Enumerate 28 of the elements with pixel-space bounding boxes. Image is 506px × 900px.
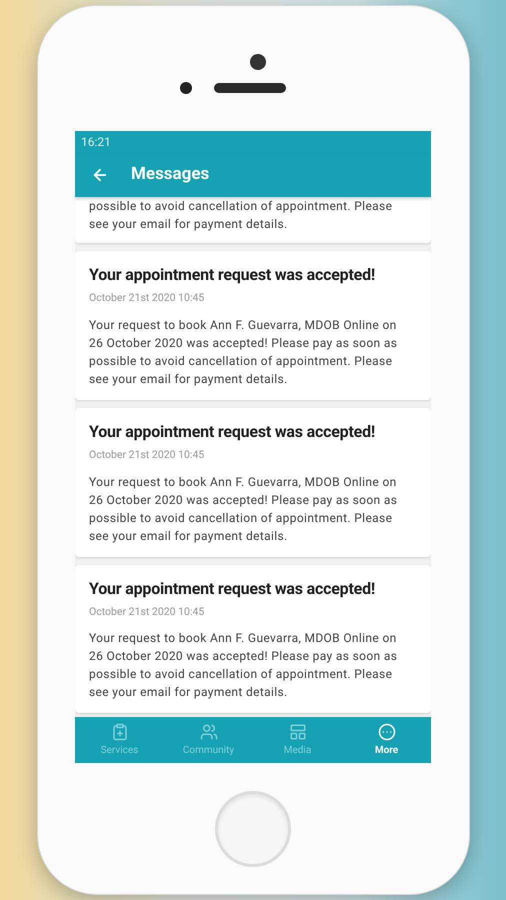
more-icon bbox=[378, 722, 396, 740]
message-title: Your appointment request was accepted! bbox=[89, 578, 376, 600]
message-card[interactable] bbox=[75, 251, 431, 400]
clipboard-plus-icon bbox=[110, 722, 128, 740]
message-title: Your appointment request was accepted! bbox=[89, 420, 376, 443]
message-card[interactable] bbox=[75, 408, 431, 556]
status-time: 16:21 bbox=[81, 134, 111, 151]
front-camera bbox=[250, 54, 266, 70]
sensor bbox=[180, 82, 192, 94]
nav-tab[interactable]: Media bbox=[253, 717, 342, 763]
nav-tab[interactable]: More bbox=[342, 717, 431, 763]
back-icon[interactable] bbox=[91, 166, 109, 184]
message-body: Your request to book Ann F. Guevarra, MDOB Online on 26 October 2020 was accepted! Please pay as soon as possible to avoid cancellation of appointment. Please see your email for payment details. bbox=[89, 316, 398, 388]
message-date: October 21st 2020 10:45 bbox=[89, 604, 206, 620]
message-date: October 21st 2020 10:45 bbox=[89, 446, 206, 462]
message-date: October 21st 2020 10:45 bbox=[89, 290, 206, 306]
message-title: Your appointment request was accepted! bbox=[89, 264, 376, 286]
panel-layout-icon bbox=[288, 722, 306, 740]
nav-tab[interactable]: Community bbox=[164, 717, 253, 763]
speaker-grille bbox=[214, 82, 286, 92]
nav-tab[interactable]: Services bbox=[75, 717, 164, 763]
screen-title: Messages bbox=[131, 163, 210, 186]
message-body: Your request to book Ann F. Guevarra, MDOB Online on 26 October 2020 was accepted! Please pay as soon as possible to avoid cancellation of appointment. Please see your email for payment details. bbox=[89, 630, 398, 702]
message-body: possible to avoid cancellation of appointment. Please see your email for payment details. bbox=[89, 198, 394, 233]
message-body: Your request to book Ann F. Guevarra, MDOB Online on 26 October 2020 was accepted! Please pay as soon as possible to avoid cancellation of appointment. Please see your email for payment details. bbox=[89, 474, 398, 544]
people-icon bbox=[200, 722, 218, 740]
message-card[interactable] bbox=[75, 564, 431, 714]
message-card[interactable]: possible to avoid cancellation of appointment. Please see your email for payment details. bbox=[75, 197, 431, 243]
